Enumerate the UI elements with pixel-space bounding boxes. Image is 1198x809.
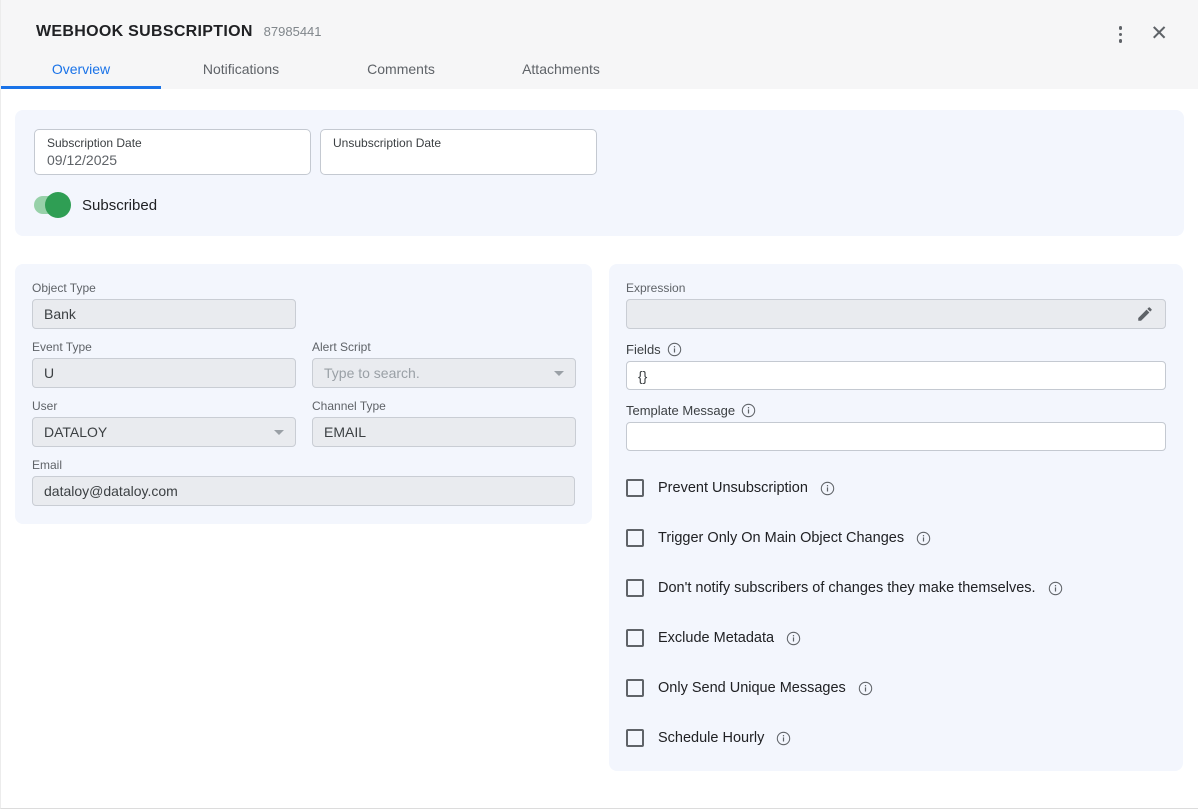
event-type-label: Event Type: [32, 340, 296, 354]
alert-script-label: Alert Script: [312, 340, 576, 354]
chevron-down-icon: [274, 430, 284, 435]
unique-messages-checkbox[interactable]: [626, 679, 644, 697]
expression-label: Expression: [626, 281, 1166, 295]
schedule-hourly-checkbox[interactable]: [626, 729, 644, 747]
page-title: WEBHOOK SUBSCRIPTION: [36, 23, 253, 41]
chevron-down-icon: [554, 371, 564, 376]
details-panel: Object Type Bank Event Type U Alert Scri…: [15, 264, 592, 524]
title-row: WEBHOOK SUBSCRIPTION 87985441: [1, 0, 1198, 41]
checkbox-row: Prevent Unsubscription: [626, 479, 1166, 497]
unsubscription-date-label: Unsubscription Date: [333, 136, 584, 151]
event-type-field: U: [32, 358, 296, 388]
trigger-main-object-checkbox[interactable]: [626, 529, 644, 547]
checkbox-row: Only Send Unique Messages: [626, 679, 1166, 697]
object-type-field: Bank: [32, 299, 296, 329]
webhook-subscription-dialog: { "header": { "title": "WEBHOOK SUBSCRIP…: [0, 0, 1198, 809]
record-id: 87985441: [264, 24, 322, 39]
expression-field: [626, 299, 1166, 329]
subscribed-toggle-label: Subscribed: [82, 197, 157, 214]
expression-panel: Expression Fields {}: [609, 264, 1183, 771]
info-icon[interactable]: [776, 731, 791, 746]
info-icon[interactable]: [858, 681, 873, 696]
fields-label: Fields: [626, 343, 661, 357]
channel-type-field: EMAIL: [312, 417, 576, 447]
close-icon[interactable]: ✕: [1150, 25, 1168, 43]
object-type-label: Object Type: [32, 281, 296, 295]
channel-type-label: Channel Type: [312, 399, 576, 413]
dont-notify-self-checkbox[interactable]: [626, 579, 644, 597]
tab-comments[interactable]: Comments: [321, 53, 481, 89]
checkbox-row: Schedule Hourly: [626, 729, 1166, 747]
info-icon[interactable]: [820, 481, 835, 496]
subscription-panel: Subscription Date 09/12/2025 Unsubscript…: [15, 110, 1184, 236]
info-icon[interactable]: [786, 631, 801, 646]
subscription-date-value: 09/12/2025: [47, 151, 298, 170]
subscription-date-field[interactable]: Subscription Date 09/12/2025: [34, 129, 311, 175]
subscribed-toggle[interactable]: [34, 195, 69, 215]
alert-script-select[interactable]: Type to search.: [312, 358, 576, 388]
exclude-metadata-checkbox[interactable]: [626, 629, 644, 647]
fields-input[interactable]: {}: [626, 361, 1166, 390]
overview-tab-content: Subscription Date 09/12/2025 Unsubscript…: [1, 89, 1198, 771]
checkbox-row: Trigger Only On Main Object Changes: [626, 529, 1166, 547]
kebab-menu-icon[interactable]: [1115, 22, 1127, 47]
alert-script-placeholder: Type to search.: [324, 365, 420, 381]
info-icon[interactable]: [916, 531, 931, 546]
template-message-info-icon[interactable]: [741, 403, 756, 418]
user-label: User: [32, 399, 296, 413]
tab-attachments[interactable]: Attachments: [481, 53, 641, 89]
checkbox-row: Exclude Metadata: [626, 629, 1166, 647]
dialog-header: WEBHOOK SUBSCRIPTION 87985441 ✕ Overview…: [1, 0, 1198, 89]
unsubscription-date-field[interactable]: Unsubscription Date: [320, 129, 597, 175]
checkbox-row: Don't notify subscribers of changes they…: [626, 579, 1166, 597]
edit-pencil-icon[interactable]: [1136, 305, 1154, 323]
tab-bar: Overview Notifications Comments Attachme…: [1, 53, 641, 89]
prevent-unsubscription-checkbox[interactable]: [626, 479, 644, 497]
email-field: dataloy@dataloy.com: [32, 476, 575, 506]
email-label: Email: [32, 458, 575, 472]
user-select[interactable]: DATALOY: [32, 417, 296, 447]
fields-info-icon[interactable]: [667, 342, 682, 357]
info-icon[interactable]: [1048, 581, 1063, 596]
tab-notifications[interactable]: Notifications: [161, 53, 321, 89]
template-message-label: Template Message: [626, 404, 735, 418]
tab-overview[interactable]: Overview: [1, 53, 161, 89]
unsubscription-date-value: [333, 151, 584, 170]
subscription-date-label: Subscription Date: [47, 136, 298, 151]
template-message-input[interactable]: [626, 422, 1166, 451]
